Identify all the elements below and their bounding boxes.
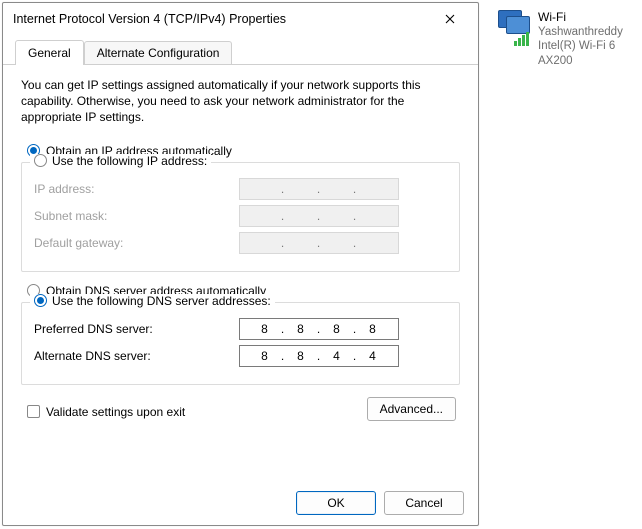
- adapter-status: Yashwanthreddy: [538, 25, 638, 39]
- dns-manual-group: Use the following DNS server addresses: …: [21, 302, 460, 385]
- dialog-button-row: OK Cancel: [296, 491, 464, 515]
- alternate-dns-input[interactable]: 8. 8. 4. 4: [239, 345, 399, 367]
- ipv4-properties-dialog: Internet Protocol Version 4 (TCP/IPv4) P…: [2, 2, 479, 526]
- network-adapter-item[interactable]: Wi-Fi Yashwanthreddy Intel(R) Wi-Fi 6 AX…: [498, 10, 638, 68]
- close-icon: [445, 14, 455, 24]
- radio-label: Use the following DNS server addresses:: [52, 294, 271, 308]
- dialog-title: Internet Protocol Version 4 (TCP/IPv4) P…: [13, 12, 428, 26]
- preferred-dns-label: Preferred DNS server:: [34, 322, 239, 336]
- cancel-button[interactable]: Cancel: [384, 491, 464, 515]
- radio-label: Use the following IP address:: [52, 154, 207, 168]
- tab-alternate-configuration[interactable]: Alternate Configuration: [84, 41, 233, 64]
- tab-general[interactable]: General: [15, 40, 84, 65]
- radio-dns-manual[interactable]: Use the following DNS server addresses:: [30, 294, 275, 308]
- close-button[interactable]: [428, 5, 472, 33]
- adapter-name: Wi-Fi: [538, 10, 638, 25]
- adapter-device: Intel(R) Wi-Fi 6 AX200: [538, 39, 638, 68]
- preferred-dns-input[interactable]: 8. 8. 8. 8: [239, 318, 399, 340]
- checkbox-label: Validate settings upon exit: [46, 405, 185, 419]
- radio-ip-manual[interactable]: Use the following IP address:: [30, 154, 211, 168]
- default-gateway-label: Default gateway:: [34, 236, 239, 250]
- tab-strip: General Alternate Configuration: [3, 35, 478, 65]
- ip-address-label: IP address:: [34, 182, 239, 196]
- alternate-dns-label: Alternate DNS server:: [34, 349, 239, 363]
- radio-icon: [34, 154, 47, 167]
- default-gateway-input: . . .: [239, 232, 399, 254]
- dialog-body: You can get IP settings assigned automat…: [3, 65, 478, 429]
- subnet-mask-label: Subnet mask:: [34, 209, 239, 223]
- radio-icon: [34, 294, 47, 307]
- ok-button[interactable]: OK: [296, 491, 376, 515]
- ip-manual-group: Use the following IP address: IP address…: [21, 162, 460, 272]
- ip-address-input: . . .: [239, 178, 399, 200]
- validate-checkbox[interactable]: Validate settings upon exit: [27, 405, 185, 419]
- titlebar: Internet Protocol Version 4 (TCP/IPv4) P…: [3, 3, 478, 35]
- wifi-adapter-icon: [498, 10, 532, 44]
- advanced-button[interactable]: Advanced...: [367, 397, 456, 421]
- checkbox-icon: [27, 405, 40, 418]
- subnet-mask-input: . . .: [239, 205, 399, 227]
- description-text: You can get IP settings assigned automat…: [21, 77, 460, 126]
